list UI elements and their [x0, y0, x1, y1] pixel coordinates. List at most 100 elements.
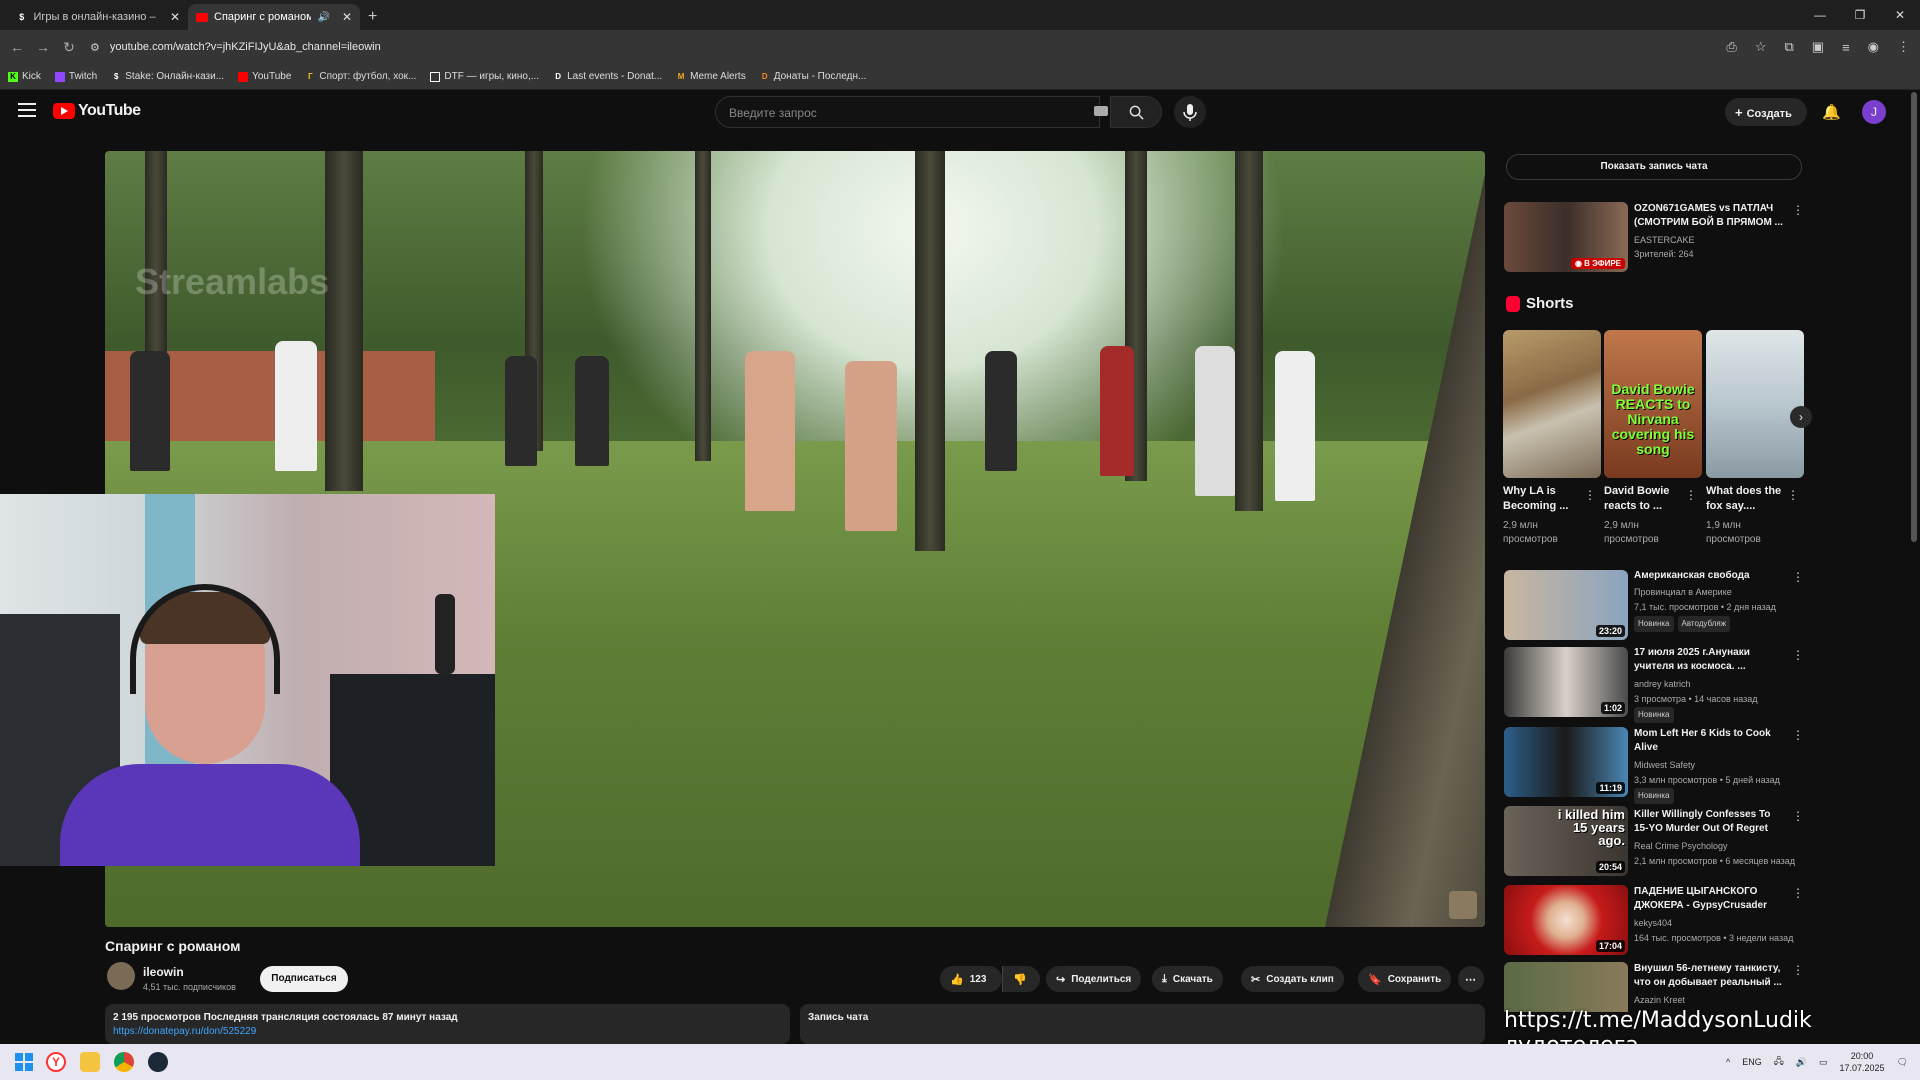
video-channel[interactable]: kekys404 [1634, 916, 1804, 930]
video-thumbnail[interactable] [1504, 962, 1628, 1012]
profile-icon[interactable]: ◉ [1868, 39, 1879, 55]
youtube-logo[interactable]: YouTube [53, 102, 141, 120]
channel-avatar[interactable] [107, 962, 135, 990]
page-scrollbar[interactable] [1911, 92, 1917, 542]
reload-icon[interactable]: ↻ [56, 39, 82, 56]
share-button[interactable]: ↪ Поделиться [1046, 966, 1142, 992]
chevron-up-icon[interactable]: ^ [1726, 1057, 1730, 1067]
video-title[interactable]: ПАДЕНИЕ ЦЫГАНСКОГО ДЖОКЕРА - GypsyCrusad… [1634, 885, 1784, 913]
video-thumbnail[interactable]: 23:20 [1504, 570, 1628, 640]
video-title[interactable]: Killer Willingly Confesses To 15-YO Murd… [1634, 808, 1784, 836]
clock[interactable]: 20:00 17.07.2025 [1840, 1050, 1885, 1074]
video-channel[interactable]: Real Crime Psychology [1634, 839, 1804, 853]
search-input[interactable]: Введите запрос [715, 96, 1100, 128]
chrome-icon[interactable] [114, 1052, 134, 1072]
steam-icon[interactable] [148, 1052, 168, 1072]
more-options-icon[interactable]: ⋮ [1792, 886, 1804, 900]
show-chat-replay-button[interactable]: Показать запись чата [1506, 154, 1802, 180]
battery-icon[interactable]: ▭ [1819, 1057, 1828, 1068]
url-field[interactable]: youtube.com/watch?v=jhKZiFIJyU&ab_channe… [110, 41, 381, 53]
more-options-icon[interactable]: ⋮ [1792, 809, 1804, 823]
media-icon[interactable]: ≡ [1842, 40, 1850, 55]
more-options-icon[interactable]: ⋮ [1792, 648, 1804, 662]
video-title[interactable]: Mom Left Her 6 Kids to Cook Alive [1634, 727, 1784, 755]
bookmark-star-icon[interactable]: ☆ [1755, 39, 1767, 55]
bookmark-youtube[interactable]: YouTube [238, 71, 291, 82]
chevron-right-icon[interactable]: › [1790, 406, 1812, 428]
keyboard-icon[interactable] [1094, 106, 1108, 116]
account-avatar[interactable]: J [1862, 100, 1886, 124]
file-explorer-icon[interactable] [80, 1052, 100, 1072]
notifications-bell-icon[interactable]: 🔔 [1822, 103, 1841, 121]
donate-link[interactable]: https://donatepay.ru/don/525229 [113, 1026, 782, 1037]
maximize-icon[interactable]: ❐ [1840, 0, 1880, 30]
more-options-icon[interactable]: ⋮ [1792, 203, 1804, 217]
video-title[interactable]: Американская свобода [1634, 569, 1784, 583]
close-icon[interactable]: ✕ [170, 10, 180, 24]
video-thumbnail[interactable]: 17:04 [1504, 885, 1628, 955]
forward-icon[interactable]: → [30, 39, 56, 55]
description-box[interactable]: 2 195 просмотров Последняя трансляция со… [105, 1004, 790, 1044]
short-title[interactable]: What does the fox say.... [1706, 484, 1786, 514]
short-thumbnail[interactable] [1503, 330, 1601, 478]
create-button[interactable]: + Создать [1725, 98, 1807, 126]
sidepanel-icon[interactable]: ▣ [1812, 39, 1824, 55]
short-title[interactable]: David Bowie reacts to ... [1604, 484, 1684, 514]
bookmark-dtf[interactable]: DTF — игры, кино,... [430, 71, 539, 82]
bookmark-stake[interactable]: $ Stake: Онлайн-кази... [111, 71, 224, 82]
like-button[interactable]: 👍 123 [940, 966, 1002, 992]
video-thumbnail[interactable]: i killed him 15 years ago. 20:54 [1504, 806, 1628, 876]
video-channel[interactable]: Midwest Safety [1634, 758, 1804, 772]
minimize-icon[interactable]: — [1800, 0, 1840, 30]
language-indicator[interactable]: ENG [1742, 1057, 1762, 1067]
more-options-icon[interactable]: ⋮ [1792, 728, 1804, 742]
channel-name[interactable]: ileowin [143, 965, 184, 979]
bookmark-meme-alerts[interactable]: M Meme Alerts [676, 71, 746, 82]
notification-icon[interactable]: 🗨 [1897, 1057, 1908, 1068]
short-thumbnail[interactable] [1706, 330, 1804, 478]
new-tab-button[interactable]: + [360, 4, 385, 30]
video-thumbnail[interactable]: 1:02 [1504, 647, 1628, 717]
network-icon[interactable]: 🖧 [1774, 1054, 1784, 1070]
bookmark-donat-events[interactable]: D Last events - Donat... [553, 71, 662, 82]
short-thumbnail[interactable]: David Bowie REACTS to Nirvana covering h… [1604, 330, 1702, 478]
more-options-icon[interactable]: ⋮ [1792, 570, 1804, 584]
windows-start-icon[interactable] [14, 1052, 34, 1072]
install-app-icon[interactable]: ⎙ [1726, 39, 1736, 55]
bookmark-sport[interactable]: Г Спорт: футбол, хок... [305, 71, 416, 82]
video-title[interactable]: 17 июля 2025 г.Анунаки учителя из космос… [1634, 646, 1784, 674]
live-video-title[interactable]: OZON671GAMES vs ПАТЛАЧ (СМОТРИМ БОЙ В ПР… [1634, 202, 1784, 230]
video-channel[interactable]: Провинциал в Америке [1634, 585, 1804, 599]
live-video-channel[interactable]: EASTERCAKE [1634, 233, 1804, 247]
channel-watermark-icon[interactable] [1449, 891, 1477, 919]
voice-search-button[interactable] [1174, 96, 1206, 128]
bookmark-kick[interactable]: K Kick [8, 71, 41, 82]
volume-icon[interactable]: 🔊 [1796, 1057, 1807, 1068]
more-options-icon[interactable]: ⋮ [1787, 488, 1799, 502]
more-actions-button[interactable]: ⋯ [1458, 966, 1484, 992]
tab-youtube[interactable]: Спаринг с романом - YouT 🔊 ✕ [188, 4, 360, 30]
more-menu-icon[interactable]: ⋮ [1897, 39, 1910, 55]
live-video-thumbnail[interactable]: ◉ В ЭФИРЕ [1504, 202, 1628, 272]
video-thumbnail[interactable]: 11:19 [1504, 727, 1628, 797]
more-options-icon[interactable]: ⋮ [1685, 488, 1697, 502]
hamburger-menu-icon[interactable] [18, 103, 36, 117]
dislike-button[interactable]: 👎 [1002, 966, 1040, 992]
bookmark-donaty[interactable]: D Донаты - Последн... [760, 71, 866, 82]
bookmark-twitch[interactable]: Twitch [54, 71, 97, 82]
search-button[interactable] [1110, 96, 1162, 128]
subscribe-button[interactable]: Подписаться [260, 966, 348, 992]
close-window-icon[interactable]: ✕ [1880, 0, 1920, 30]
audio-icon[interactable]: 🔊 [317, 12, 329, 23]
download-button[interactable]: ⤓ Скачать [1152, 966, 1223, 992]
more-options-icon[interactable]: ⋮ [1584, 488, 1596, 502]
video-channel[interactable]: Azazin Kreet [1634, 993, 1804, 1007]
back-icon[interactable]: ← [4, 39, 30, 55]
video-title[interactable]: Внушил 56-летнему танкисту, что он добыв… [1634, 962, 1784, 990]
close-icon[interactable]: ✕ [342, 10, 352, 24]
yandex-browser-icon[interactable]: Y [46, 1052, 66, 1072]
short-title[interactable]: Why LA is Becoming ... [1503, 484, 1583, 514]
more-options-icon[interactable]: ⋮ [1792, 963, 1804, 977]
save-button[interactable]: 🔖 Сохранить [1358, 966, 1452, 992]
site-settings-icon[interactable]: ⚙ [90, 41, 100, 54]
